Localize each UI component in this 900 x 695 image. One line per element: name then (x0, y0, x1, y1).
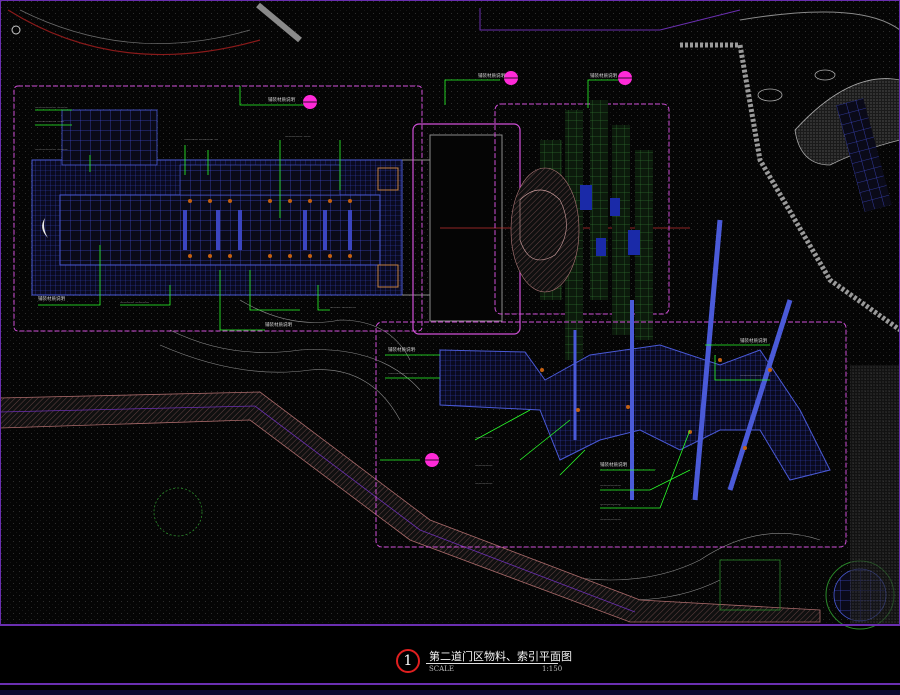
svg-text:—————: ————— (475, 435, 493, 439)
scale-value: 1:150 (542, 665, 563, 673)
scale-label: SCALE (429, 665, 454, 673)
annotation-label: 铺装材质说明 (740, 337, 767, 344)
drawing-index-badge: 1 (396, 649, 420, 673)
annotation-label: 铺装材质说明 (265, 321, 292, 328)
svg-text:————— ——: ————— —— (285, 134, 311, 138)
title-underline (426, 663, 558, 664)
svg-text:——— ————: ——— ———— (330, 305, 356, 309)
svg-text:—————— ——: —————— —— (35, 119, 65, 123)
frame-bottom-strip (0, 690, 900, 695)
drawing-title-block: 1 第二道门区物料、索引平面图 SCALE 1:150 (396, 648, 596, 678)
annotation-label: 铺装材质说明 (268, 96, 295, 103)
svg-text:——————: —————— (600, 517, 622, 521)
annotation-label: 铺装材质说明 (478, 72, 505, 79)
frame-bottom-line (0, 683, 900, 685)
annotation-label: 铺装材质说明 (38, 295, 65, 302)
svg-text:——————: —————— (740, 373, 762, 377)
annotation-label: 铺装材质说明 (590, 72, 617, 79)
svg-text:—————— ———: —————— ——— (35, 105, 68, 109)
svg-text:——————: —————— (600, 502, 622, 506)
svg-text:——————: —————— (600, 483, 622, 487)
cad-plan-canvas[interactable]: 铺装材质说明 铺装材质说明 铺装材质说明 铺装材质说明 铺装材质说明 铺装材质说… (0, 0, 900, 695)
svg-text:———— ————: ———— ———— (120, 300, 150, 304)
svg-text:—————— ———: —————— ——— (35, 147, 68, 151)
svg-text:—————: ————— (475, 463, 493, 467)
svg-text:—————: ————— (475, 481, 493, 485)
svg-text:—————— ——: —————— —— (388, 371, 418, 375)
annotation-label: 铺装材质说明 (388, 346, 415, 353)
svg-text:———— ———— —: ———— ———— — (184, 137, 218, 141)
frame-divider (0, 624, 900, 626)
drawing-title: 第二道门区物料、索引平面图 (429, 650, 572, 663)
annotation-label: 铺装材质说明 (600, 461, 627, 468)
